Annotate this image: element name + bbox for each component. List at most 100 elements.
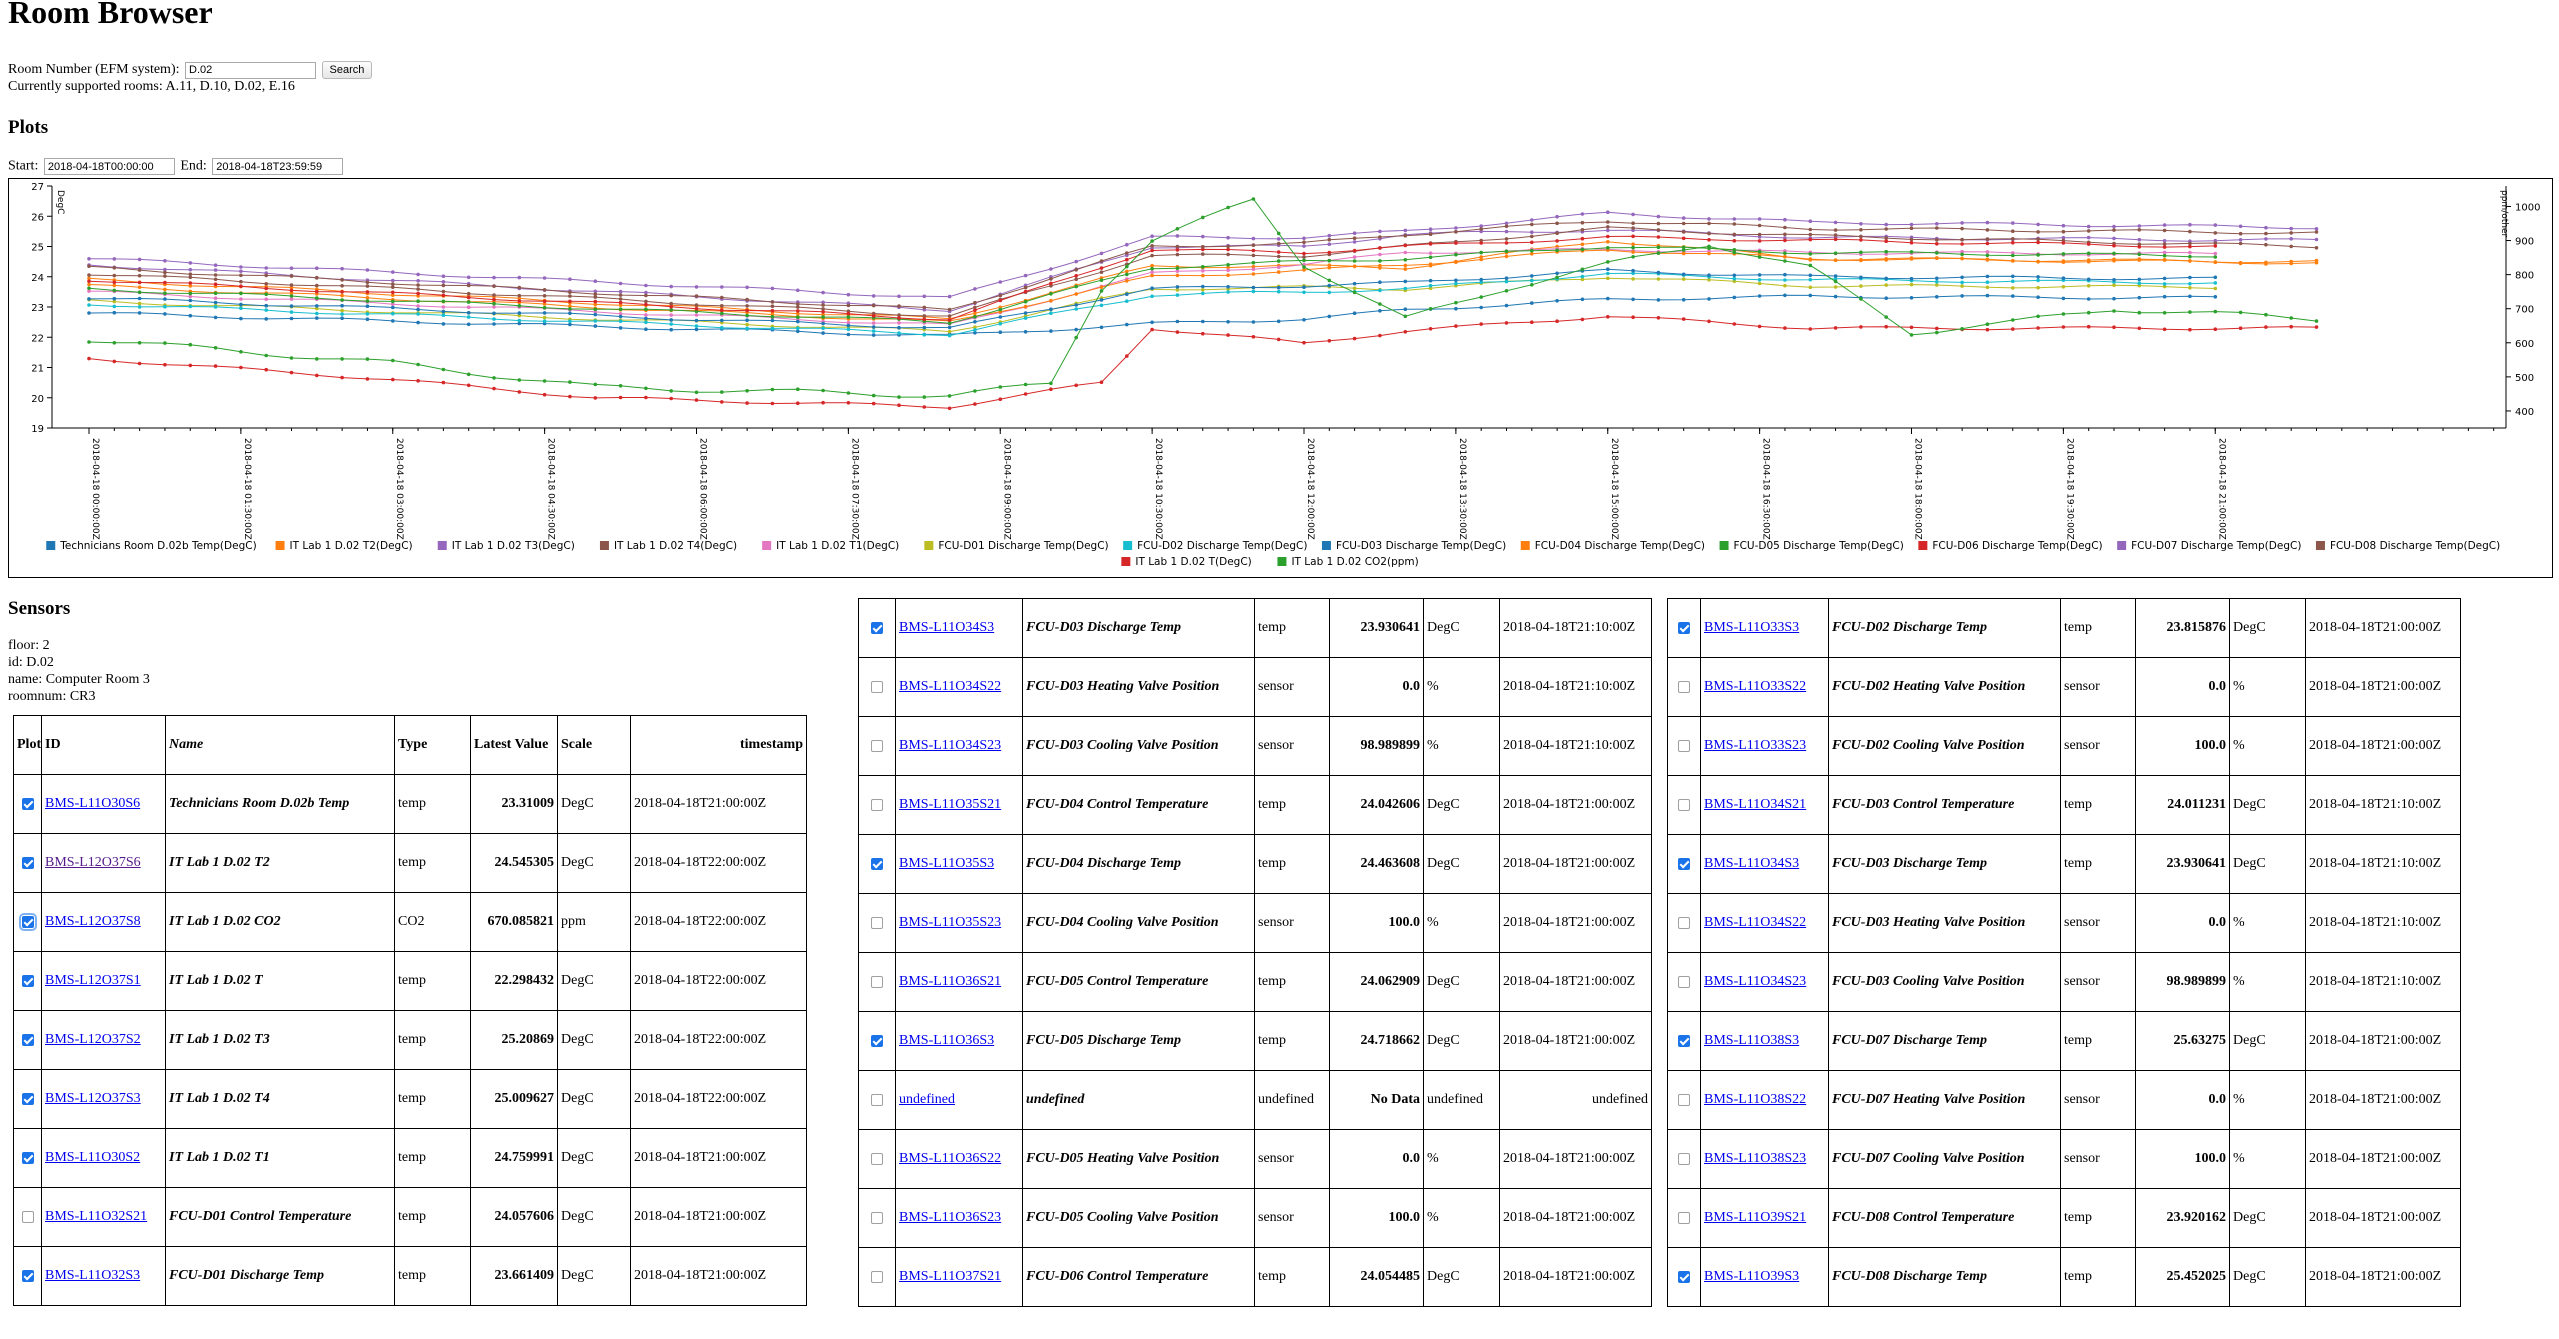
plot-checkbox[interactable] bbox=[21, 1151, 34, 1164]
series-point-2 bbox=[1530, 230, 1534, 234]
plot-checkbox[interactable] bbox=[871, 857, 883, 870]
sensor-id-link[interactable]: BMS-L11O33S3 bbox=[1704, 620, 1799, 635]
series-point-0 bbox=[1175, 319, 1180, 324]
series-point-0 bbox=[137, 311, 142, 315]
plot-cell bbox=[13, 892, 42, 952]
series-point-14 bbox=[1909, 333, 1914, 337]
series-point-3 bbox=[2162, 242, 2167, 246]
series-point-0 bbox=[1681, 298, 1686, 302]
plot-checkbox[interactable] bbox=[871, 798, 883, 811]
start-date-input[interactable] bbox=[43, 158, 175, 175]
series-point-13 bbox=[998, 397, 1003, 401]
y-left-tick-label: 24 bbox=[31, 273, 44, 284]
sensor-id-link[interactable]: BMS-L11O34S22 bbox=[899, 679, 1001, 694]
plot-checkbox[interactable] bbox=[871, 739, 883, 752]
plot-checkbox[interactable] bbox=[1678, 1034, 1690, 1047]
sensor-id-link[interactable]: BMS-L11O35S21 bbox=[899, 797, 1001, 812]
series-point-10 bbox=[315, 289, 319, 294]
plot-checkbox[interactable] bbox=[1678, 739, 1690, 752]
id-cell: BMS-L11O38S22 bbox=[1700, 1070, 1829, 1130]
series-point-13 bbox=[2036, 326, 2040, 330]
sensor-id-link[interactable]: BMS-L11O36S3 bbox=[899, 1033, 994, 1048]
sensor-id-link[interactable]: BMS-L11O33S22 bbox=[1704, 679, 1806, 694]
sensor-id-link[interactable]: BMS-L11O35S3 bbox=[899, 856, 994, 871]
plot-checkbox[interactable] bbox=[21, 797, 34, 810]
sensor-id-link[interactable]: BMS-L11O36S21 bbox=[899, 974, 1001, 989]
plot-checkbox[interactable] bbox=[1678, 621, 1690, 634]
series-point-8 bbox=[1631, 250, 1635, 254]
plot-checkbox[interactable] bbox=[871, 1211, 883, 1224]
sensor-id-link[interactable]: BMS-L11O34S3 bbox=[899, 620, 994, 635]
plot-checkbox[interactable] bbox=[871, 1034, 883, 1047]
series-point-12 bbox=[796, 302, 800, 306]
plot-checkbox[interactable] bbox=[871, 621, 883, 634]
sensor-id-link[interactable]: BMS-L11O37S21 bbox=[899, 1269, 1001, 1284]
plot-checkbox[interactable] bbox=[21, 1092, 34, 1105]
plot-checkbox[interactable] bbox=[21, 856, 34, 869]
y-right-tick-label: 700 bbox=[2515, 305, 2534, 316]
search-button[interactable]: Search bbox=[321, 61, 373, 79]
plot-checkbox[interactable] bbox=[1678, 1211, 1690, 1224]
series-point-9 bbox=[1833, 251, 1838, 255]
sensor-id-link[interactable]: BMS-L11O32S3 bbox=[45, 1268, 140, 1283]
sensor-id-link[interactable]: BMS-L11O30S2 bbox=[45, 1150, 140, 1165]
series-line-6 bbox=[88, 272, 2216, 337]
sensor-id-link[interactable]: BMS-L12O37S8 bbox=[45, 914, 141, 929]
sensor-id-link[interactable]: BMS-L12O37S6 bbox=[45, 855, 141, 870]
plot-checkbox[interactable] bbox=[1678, 916, 1690, 929]
series-point-10 bbox=[542, 299, 547, 304]
plot-checkbox[interactable] bbox=[1678, 798, 1690, 811]
plot-checkbox[interactable] bbox=[21, 1033, 34, 1046]
plot-checkbox[interactable] bbox=[18, 912, 37, 931]
sensor-id-link[interactable]: BMS-L11O33S23 bbox=[1704, 738, 1806, 753]
plot-checkbox[interactable] bbox=[1678, 1093, 1690, 1106]
sensor-scale: DegC bbox=[1423, 1247, 1500, 1307]
sensor-id-link[interactable]: BMS-L11O39S21 bbox=[1704, 1210, 1806, 1225]
series-point-0 bbox=[1960, 294, 1964, 298]
sensor-id-link[interactable]: undefined bbox=[899, 1092, 955, 1107]
sensor-id-link[interactable]: BMS-L11O35S23 bbox=[899, 915, 1001, 930]
plot-checkbox[interactable] bbox=[1678, 1152, 1690, 1165]
sensor-id-link[interactable]: BMS-L11O38S23 bbox=[1704, 1151, 1806, 1166]
sensor-id-link[interactable]: BMS-L11O39S3 bbox=[1704, 1269, 1799, 1284]
sensor-id-link[interactable]: BMS-L11O36S22 bbox=[899, 1151, 1001, 1166]
series-point-4 bbox=[213, 296, 218, 300]
sensor-id-link[interactable]: BMS-L11O34S3 bbox=[1704, 856, 1799, 871]
end-date-input[interactable] bbox=[212, 158, 344, 175]
plot-checkbox[interactable] bbox=[871, 680, 883, 693]
sensor-latest-value: 23.920162 bbox=[2135, 1188, 2230, 1248]
plot-checkbox[interactable] bbox=[871, 1152, 883, 1165]
plot-checkbox[interactable] bbox=[21, 974, 34, 987]
sensor-id-link[interactable]: BMS-L12O37S1 bbox=[45, 973, 141, 988]
sensor-id-link[interactable]: BMS-L11O34S21 bbox=[1704, 797, 1806, 812]
plot-checkbox[interactable] bbox=[871, 916, 883, 929]
sensor-id-link[interactable]: BMS-L11O34S23 bbox=[899, 738, 1001, 753]
series-point-12 bbox=[720, 295, 724, 300]
x-tick-label: 2018-04-18 12:00:00Z bbox=[1305, 438, 1315, 540]
table-row: BMS-L11O39S3 FCU-D08 Discharge Temp temp 25… bbox=[1667, 1247, 2461, 1307]
sensor-id-link[interactable]: BMS-L12O37S3 bbox=[45, 1091, 141, 1106]
series-point-11 bbox=[2137, 224, 2142, 228]
series-point-13 bbox=[1302, 340, 1306, 345]
x-tick-label: 2018-04-18 01:30:00Z bbox=[242, 438, 252, 540]
sensor-id-link[interactable]: BMS-L11O36S23 bbox=[899, 1210, 1001, 1225]
sensor-id-link[interactable]: BMS-L11O32S21 bbox=[45, 1209, 147, 1224]
plot-checkbox[interactable] bbox=[871, 1093, 883, 1106]
sensor-id-link[interactable]: BMS-L11O38S22 bbox=[1704, 1092, 1806, 1107]
table-row: BMS-L11O30S2 IT Lab 1 D.02 T1 temp 24.75999… bbox=[13, 1128, 807, 1188]
series-point-5 bbox=[542, 315, 547, 320]
room-number-input[interactable] bbox=[185, 61, 316, 79]
sensor-id-link[interactable]: BMS-L12O37S2 bbox=[45, 1032, 141, 1047]
sensor-id-link[interactable]: BMS-L11O34S22 bbox=[1704, 915, 1806, 930]
plot-checkbox[interactable] bbox=[1678, 857, 1690, 870]
plot-checkbox[interactable] bbox=[1678, 680, 1690, 693]
sensor-id-link[interactable]: BMS-L11O30S6 bbox=[45, 796, 140, 811]
plot-checkbox[interactable] bbox=[871, 1270, 883, 1283]
plot-checkbox[interactable] bbox=[1678, 1270, 1690, 1283]
sensor-id-link[interactable]: BMS-L11O34S23 bbox=[1704, 974, 1806, 989]
plot-checkbox[interactable] bbox=[871, 975, 883, 988]
sensor-id-link[interactable]: BMS-L11O38S3 bbox=[1704, 1033, 1799, 1048]
plot-checkbox[interactable] bbox=[1678, 975, 1690, 988]
plot-checkbox[interactable] bbox=[21, 1210, 34, 1223]
plot-checkbox[interactable] bbox=[21, 1269, 34, 1282]
